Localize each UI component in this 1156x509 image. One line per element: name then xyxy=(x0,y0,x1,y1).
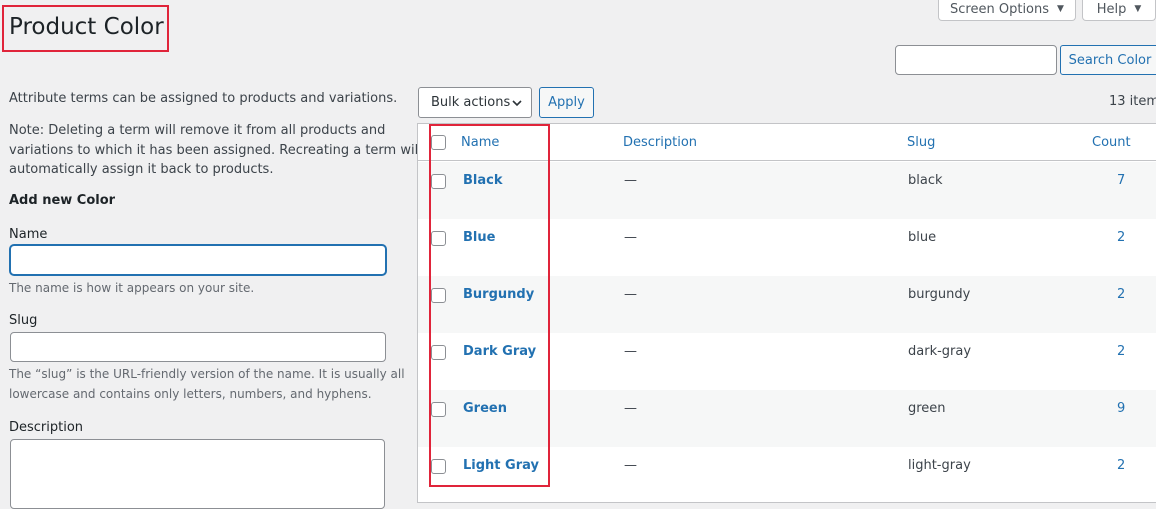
search-color-button[interactable]: Search Color xyxy=(1060,45,1156,75)
term-description: — xyxy=(624,173,637,188)
slug-hint-line-1: The “slug” is the URL-friendly version o… xyxy=(9,367,405,381)
column-header-name[interactable]: Name xyxy=(461,135,499,150)
term-name-link[interactable]: Burgundy xyxy=(463,287,534,302)
term-name-link[interactable]: Black xyxy=(463,173,503,188)
term-slug: dark-gray xyxy=(908,344,972,359)
term-slug: blue xyxy=(908,230,937,245)
term-description: — xyxy=(624,230,637,245)
term-description: — xyxy=(624,287,637,302)
table-row: Dark Gray — dark-gray 2 xyxy=(418,333,1156,390)
help-label: Help xyxy=(1096,1,1127,17)
term-description: — xyxy=(624,344,637,359)
screen-options-label: Screen Options xyxy=(950,1,1050,17)
column-header-count[interactable]: Count xyxy=(1092,135,1131,150)
slug-label: Slug xyxy=(9,313,38,328)
caret-down-icon: ▼ xyxy=(1134,4,1142,14)
term-count-link[interactable]: 2 xyxy=(1117,458,1125,473)
term-name-link[interactable]: Green xyxy=(463,401,507,416)
chevron-down-icon xyxy=(512,100,522,107)
page-title: Product Color xyxy=(9,14,164,40)
row-checkbox[interactable] xyxy=(431,459,446,474)
term-count-link[interactable]: 2 xyxy=(1117,230,1125,245)
term-count-link[interactable]: 7 xyxy=(1117,173,1125,188)
column-header-description[interactable]: Description xyxy=(623,135,697,150)
term-name-link[interactable]: Blue xyxy=(463,230,495,245)
description-label: Description xyxy=(9,420,84,435)
table-row: Green — green 9 xyxy=(418,390,1156,447)
term-description: — xyxy=(624,401,637,416)
note-line-3: automatically assign it back to products… xyxy=(9,162,274,177)
term-slug: green xyxy=(908,401,946,416)
search-input[interactable] xyxy=(895,45,1057,75)
intro-text: Attribute terms can be assigned to produ… xyxy=(9,91,398,106)
term-count-link[interactable]: 2 xyxy=(1117,287,1125,302)
name-hint: The name is how it appears on your site. xyxy=(9,281,255,295)
bulk-actions-select[interactable]: Bulk actions xyxy=(418,87,532,118)
note-line-2: variations to which it has been assigned… xyxy=(9,143,448,158)
term-slug: black xyxy=(908,173,943,188)
row-checkbox[interactable] xyxy=(431,345,446,360)
term-slug: light-gray xyxy=(908,458,971,473)
table-row: Black — black 7 xyxy=(418,162,1156,219)
row-checkbox[interactable] xyxy=(431,231,446,246)
row-checkbox[interactable] xyxy=(431,288,446,303)
table-row: Blue — blue 2 xyxy=(418,219,1156,276)
add-new-title: Add new Color xyxy=(9,193,116,208)
slug-field[interactable] xyxy=(10,332,386,362)
table-row: Light Gray — light-gray 2 xyxy=(418,447,1156,504)
help-button[interactable]: Help ▼ xyxy=(1082,0,1156,21)
screen-options-button[interactable]: Screen Options ▼ xyxy=(938,0,1076,21)
caret-down-icon: ▼ xyxy=(1057,4,1064,14)
select-all-checkbox[interactable] xyxy=(431,135,446,150)
row-checkbox[interactable] xyxy=(431,174,446,189)
note-line-1: Note: Deleting a term will remove it fro… xyxy=(9,123,386,138)
apply-button[interactable]: Apply xyxy=(539,87,594,118)
column-header-slug[interactable]: Slug xyxy=(907,135,935,150)
name-field[interactable] xyxy=(10,245,386,275)
slug-hint-line-2: lowercase and contains only letters, num… xyxy=(9,387,372,401)
row-checkbox[interactable] xyxy=(431,402,446,417)
table-row: Burgundy — burgundy 2 xyxy=(418,276,1156,333)
bulk-actions-value: Bulk actions xyxy=(431,95,511,110)
term-description: — xyxy=(624,458,637,473)
table-header: Name Description Slug Count xyxy=(418,124,1156,161)
term-count-link[interactable]: 2 xyxy=(1117,344,1125,359)
term-name-link[interactable]: Dark Gray xyxy=(463,344,536,359)
name-label: Name xyxy=(9,227,48,242)
term-slug: burgundy xyxy=(908,287,971,302)
term-name-link[interactable]: Light Gray xyxy=(463,458,539,473)
terms-table: Name Description Slug Count Black — blac… xyxy=(417,123,1156,503)
term-count-link[interactable]: 9 xyxy=(1117,401,1125,416)
items-count: 13 items xyxy=(1109,94,1156,109)
